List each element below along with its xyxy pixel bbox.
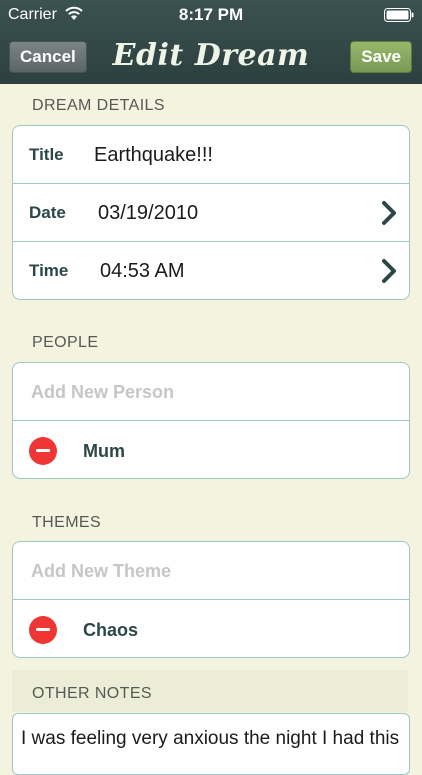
add-person-input[interactable]: Add New Person	[31, 382, 174, 403]
clock: 8:17 PM	[178, 5, 244, 24]
chevron-right-icon	[382, 201, 396, 225]
date-value: 03/19/2010	[98, 202, 199, 224]
people-card: Add New Person Mum	[12, 362, 410, 479]
top-bar: Carrier 8:17 PM Cancel Edit Dream Save	[0, 0, 422, 84]
section-header-other-notes: OTHER NOTES	[32, 685, 152, 702]
status-bar: Carrier 8:17 PM	[0, 0, 422, 30]
delete-icon[interactable]	[29, 437, 57, 465]
section-header-themes: THEMES	[32, 514, 102, 531]
delete-icon[interactable]	[29, 616, 57, 644]
add-person-row[interactable]: Add New Person	[13, 363, 409, 421]
theme-label: Chaos	[83, 620, 139, 640]
dream-details-card: Title Earthquake!!! Date 03/19/2010 Time…	[12, 125, 410, 300]
title-field[interactable]: Earthquake!!!	[94, 144, 213, 167]
time-row[interactable]: Time 04:53 AM	[13, 242, 409, 299]
battery-icon	[384, 8, 414, 22]
person-label: Mum	[83, 441, 125, 461]
notes-textarea[interactable]: I was feeling very anxious the night I h…	[12, 713, 410, 775]
add-theme-row[interactable]: Add New Theme	[13, 542, 409, 600]
list-item: Mum	[13, 421, 409, 478]
section-header-people: PEOPLE	[32, 334, 99, 351]
date-row[interactable]: Date 03/19/2010	[13, 184, 409, 242]
title-row[interactable]: Title Earthquake!!!	[13, 126, 409, 184]
notes-text: I was feeling very anxious the night I h…	[21, 728, 400, 749]
add-theme-input[interactable]: Add New Theme	[31, 561, 171, 582]
list-item: Chaos	[13, 600, 409, 657]
nav-bar: Cancel Edit Dream Save	[0, 30, 422, 84]
section-header-dream-details: DREAM DETAILS	[32, 97, 165, 114]
title-label: Title	[29, 145, 64, 164]
save-button[interactable]: Save	[350, 41, 412, 73]
themes-card: Add New Theme Chaos	[12, 541, 410, 658]
time-value: 04:53 AM	[100, 260, 185, 282]
date-label: Date	[29, 203, 66, 222]
time-label: Time	[29, 261, 69, 280]
chevron-right-icon	[382, 259, 396, 283]
